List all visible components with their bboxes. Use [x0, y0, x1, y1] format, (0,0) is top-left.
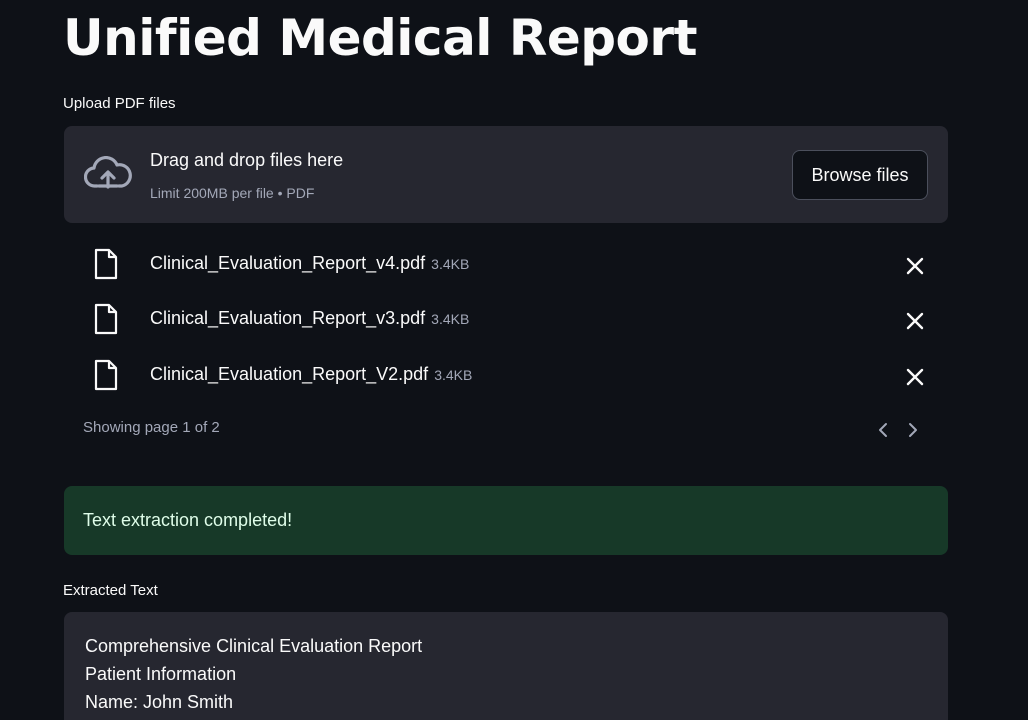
pagination-status: Showing page 1 of 2	[83, 419, 220, 436]
file-name: Clinical_Evaluation_Report_V2.pdf 3.4KB	[150, 364, 472, 385]
dropzone-instructions: Drag and drop files here	[150, 150, 344, 170]
success-alert: Text extraction completed!	[64, 486, 948, 555]
file-list-item: Clinical_Evaluation_Report_v4.pdf 3.4KB	[64, 244, 948, 284]
success-alert-text: Text extraction completed!	[83, 510, 293, 530]
file-size: 3.4KB	[431, 311, 470, 327]
extracted-text-label: Extracted Text	[63, 582, 158, 599]
close-icon[interactable]	[902, 364, 928, 390]
dropzone-limit: Limit 200MB per file • PDF	[150, 185, 315, 201]
page-title: Unified Medical Report	[63, 9, 697, 67]
extracted-text-line: Patient Information	[85, 664, 237, 684]
page: Unified Medical Report Upload PDF files …	[0, 0, 1028, 720]
file-icon	[94, 303, 118, 335]
close-icon[interactable]	[902, 308, 928, 334]
file-icon	[94, 359, 118, 391]
file-name-text: Clinical_Evaluation_Report_v4.pdf	[150, 253, 426, 273]
file-name: Clinical_Evaluation_Report_v4.pdf 3.4KB	[150, 253, 469, 274]
file-list-item: Clinical_Evaluation_Report_V2.pdf 3.4KB	[64, 355, 948, 395]
file-size: 3.4KB	[434, 367, 473, 383]
file-size: 3.4KB	[431, 256, 470, 272]
browse-files-button[interactable]: Browse files	[792, 150, 928, 200]
file-list-item: Clinical_Evaluation_Report_v3.pdf 3.4KB	[64, 299, 948, 339]
extracted-text-line: Name: John Smith	[85, 692, 234, 712]
file-name-text: Clinical_Evaluation_Report_v3.pdf	[150, 308, 426, 328]
file-name: Clinical_Evaluation_Report_v3.pdf 3.4KB	[150, 308, 469, 329]
close-icon[interactable]	[902, 253, 928, 279]
file-name-text: Clinical_Evaluation_Report_V2.pdf	[150, 364, 429, 384]
extracted-text-line: Comprehensive Clinical Evaluation Report	[85, 636, 423, 656]
file-dropzone[interactable]: Drag and drop files here Limit 200MB per…	[64, 126, 948, 223]
extracted-text-area[interactable]: Comprehensive Clinical Evaluation Report…	[64, 612, 948, 720]
upload-label: Upload PDF files	[63, 95, 176, 112]
chevron-left-icon[interactable]	[874, 420, 892, 440]
chevron-right-icon[interactable]	[904, 420, 922, 440]
cloud-upload-icon	[84, 156, 132, 189]
file-icon	[94, 248, 118, 280]
